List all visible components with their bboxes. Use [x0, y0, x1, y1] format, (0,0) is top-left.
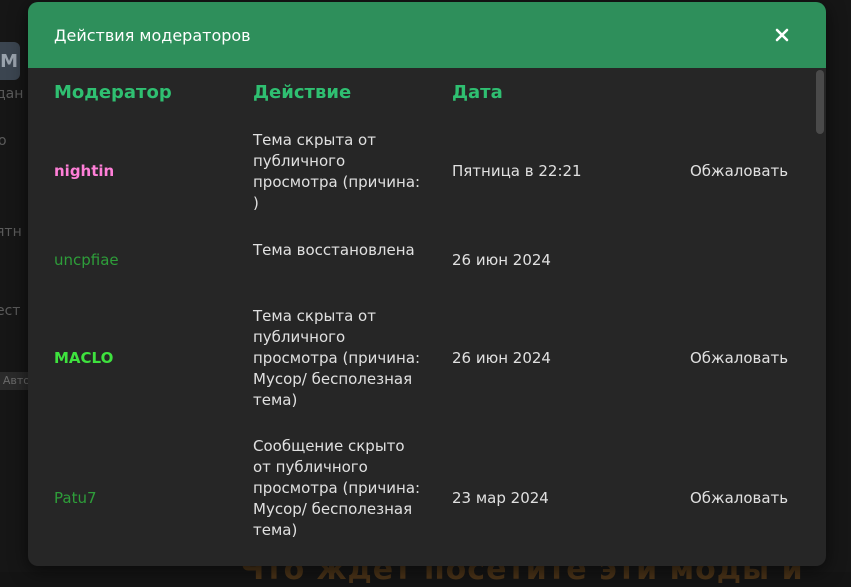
- table-row: nightin Тема скрыта от публичного просмо…: [28, 130, 826, 214]
- background-text: ест: [0, 303, 21, 319]
- table-row: uncpfiae Тема восстановлена 26 июн 2024: [28, 240, 826, 282]
- action-text: Тема скрыта от публичного просмотра (при…: [253, 307, 421, 409]
- action-date: Пятница в 22:21: [452, 162, 582, 180]
- column-header-action: Действие: [253, 82, 352, 103]
- background-text: о: [0, 133, 7, 149]
- appeal-button[interactable]: Обжаловать: [690, 162, 788, 180]
- appeal-button[interactable]: Обжаловать: [690, 489, 788, 507]
- column-header-date: Дата: [452, 82, 503, 103]
- dialog-title: Действия модераторов: [54, 25, 251, 45]
- table-row: Patu7 Сообщение скрыто от публичного про…: [28, 436, 826, 562]
- action-text: Тема восстановлена: [253, 241, 415, 259]
- moderator-actions-dialog: Действия модераторов Модератор Действие …: [28, 2, 826, 566]
- scrollbar[interactable]: [816, 70, 824, 564]
- background-text: дан: [0, 86, 24, 102]
- dialog-body: Модератор Действие Дата nightin Тема скр…: [28, 68, 826, 566]
- appeal-button[interactable]: Обжаловать: [690, 349, 788, 367]
- scrollbar-thumb[interactable]: [816, 70, 824, 134]
- action-text: Сообщение скрыто от публичного просмотра…: [253, 437, 421, 539]
- action-date: 26 июн 2024: [452, 251, 551, 269]
- close-icon: [775, 28, 789, 42]
- action-date: 26 июн 2024: [452, 349, 551, 367]
- moderator-link[interactable]: nightin: [54, 162, 114, 180]
- background-text: ятн: [0, 224, 22, 240]
- column-header-moderator: Модератор: [54, 82, 172, 103]
- table-header: Модератор Действие Дата: [28, 82, 826, 118]
- close-button[interactable]: [770, 23, 794, 47]
- avatar: M: [0, 42, 20, 80]
- moderator-link[interactable]: Patu7: [54, 489, 97, 507]
- table-row: MACLO Тема скрыта от публичного просмотр…: [28, 306, 826, 411]
- moderator-link[interactable]: uncpfiae: [54, 251, 119, 269]
- action-text: Тема скрыта от публичного просмотра (при…: [253, 131, 421, 212]
- dialog-header: Действия модераторов: [28, 2, 826, 68]
- moderator-link[interactable]: MACLO: [54, 349, 113, 367]
- action-date: 23 мар 2024: [452, 489, 549, 507]
